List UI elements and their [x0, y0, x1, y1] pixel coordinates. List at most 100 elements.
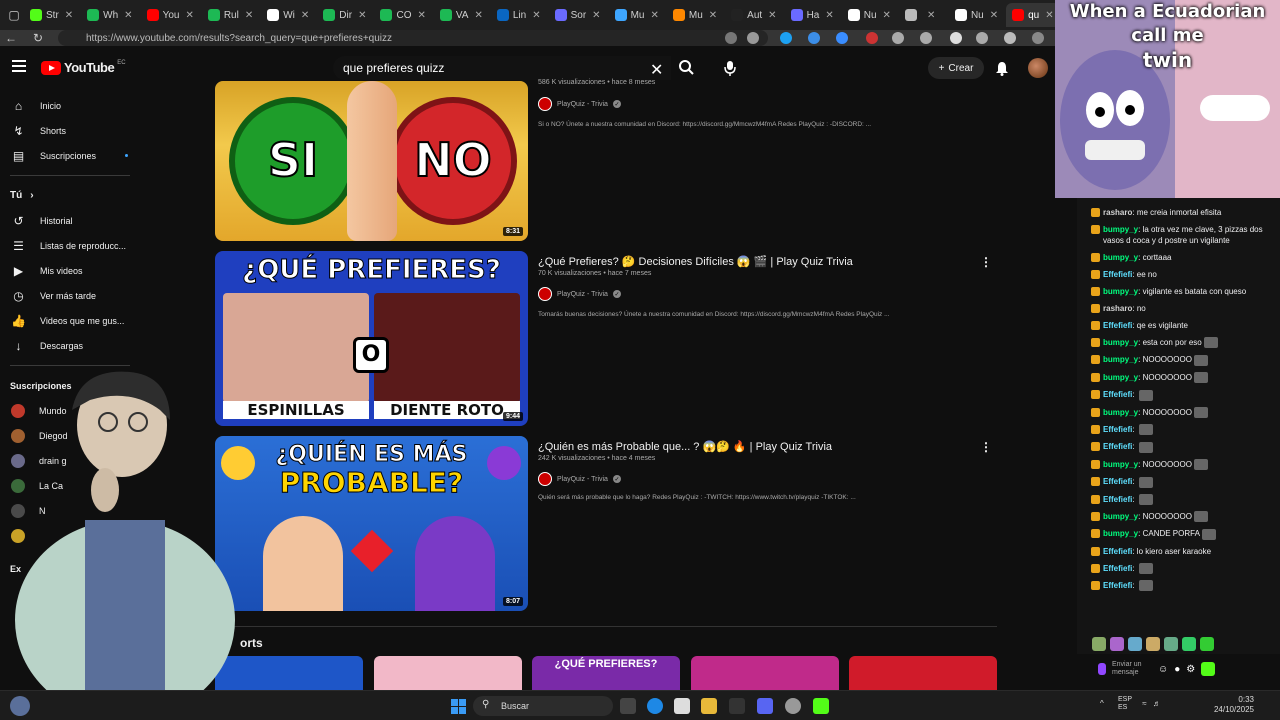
video-channel[interactable]: PlayQuiz - Trivia ✓	[538, 97, 621, 111]
close-tab-icon[interactable]: ✕	[1045, 10, 1053, 21]
chat-username[interactable]: bumpy_y	[1103, 355, 1138, 364]
windows-start-icon[interactable]	[451, 699, 466, 714]
widgets-icon[interactable]	[10, 696, 30, 716]
short-card[interactable]	[691, 656, 839, 690]
short-card[interactable]	[849, 656, 997, 690]
chat-username[interactable]: bumpy_y	[1103, 253, 1138, 262]
sidebar-item[interactable]: ☰ Listas de reproducc...	[0, 233, 140, 258]
browser-tab[interactable]: You ✕	[141, 3, 200, 27]
clear-search-icon[interactable]: ✕	[650, 60, 663, 80]
chat-username[interactable]: bumpy_y	[1103, 225, 1138, 234]
volume-icon[interactable]: ♬	[1153, 699, 1161, 708]
browser-tab[interactable]: Nu ✕	[949, 3, 1004, 27]
sidebar-item[interactable]: 👍 Videos que me gus...	[0, 308, 140, 333]
close-tab-icon[interactable]: ✕	[768, 10, 776, 21]
extension-icon[interactable]	[836, 32, 848, 44]
sidebar-item[interactable]: ◷ Ver más tarde	[0, 283, 140, 308]
browser-tab[interactable]: Str ✕	[24, 3, 79, 27]
close-tab-icon[interactable]: ✕	[883, 10, 891, 21]
task-view-icon[interactable]	[620, 698, 636, 714]
chat-username[interactable]: bumpy_y	[1103, 373, 1138, 382]
browser-tab[interactable]: Aut ✕	[725, 3, 782, 27]
chat-username[interactable]: Effefiefi	[1103, 547, 1132, 556]
video-result[interactable]: SI NO 8:31 586 K visualizaciones • hace …	[215, 79, 1005, 261]
browser-tab[interactable]: Sor ✕	[549, 3, 607, 27]
create-button[interactable]: + Crear	[928, 57, 984, 79]
taskbar-clock[interactable]: 0:33 24/10/2025	[1208, 695, 1254, 715]
browser-tab[interactable]: Mu ✕	[609, 3, 665, 27]
chat-username[interactable]: Effefiefi	[1103, 495, 1132, 504]
close-tab-icon[interactable]: ✕	[65, 10, 73, 21]
close-tab-icon[interactable]: ✕	[532, 10, 540, 21]
short-card[interactable]	[374, 656, 522, 690]
chat-username[interactable]: Effefiefi	[1103, 564, 1132, 573]
close-tab-icon[interactable]: ✕	[927, 10, 935, 21]
reload-icon[interactable]: ↻	[31, 31, 45, 45]
address-bar-input[interactable]: https://www.youtube.com/results?search_q…	[58, 30, 768, 46]
sidebar-section-you[interactable]: Tú ›	[0, 183, 140, 208]
browser-tab[interactable]: CO ✕	[374, 3, 431, 27]
emote-icon[interactable]	[1164, 637, 1178, 651]
close-tab-icon[interactable]: ✕	[650, 10, 658, 21]
chat-username[interactable]: bumpy_y	[1103, 287, 1138, 296]
wifi-icon[interactable]: ≈	[1142, 699, 1146, 708]
chat-username[interactable]: Effefiefi	[1103, 477, 1132, 486]
video-thumbnail[interactable]: ¿QUIÉN ES MÁS PROBABLE? 8:07	[215, 436, 528, 611]
chat-username[interactable]: Effefiefi	[1103, 442, 1132, 451]
close-tab-icon[interactable]: ✕	[301, 10, 309, 21]
browser-tab[interactable]: Wh ✕	[81, 3, 138, 27]
settings-gear-icon[interactable]: ⚙	[1186, 664, 1195, 675]
browser-tab[interactable]: ✕	[899, 3, 947, 27]
kick-icon[interactable]	[813, 698, 829, 714]
extension-icon[interactable]	[976, 32, 988, 44]
sidebar-item[interactable]: ↺ Historial	[0, 208, 140, 233]
emote-icon[interactable]	[1200, 637, 1214, 651]
close-tab-icon[interactable]: ✕	[245, 10, 253, 21]
browser-tab[interactable]: Dir ✕	[317, 3, 372, 27]
edge-browser-icon[interactable]	[647, 698, 663, 714]
video-channel[interactable]: PlayQuiz - Trivia ✓	[538, 287, 621, 301]
extension-icon[interactable]	[950, 32, 962, 44]
store-icon[interactable]	[674, 698, 690, 714]
taskbar-search[interactable]: ⚲ Buscar	[473, 696, 613, 716]
browser-tab[interactable]: qu ✕	[1006, 3, 1060, 27]
sidebar-item[interactable]: ↯ Shorts	[0, 118, 140, 143]
chat-username[interactable]: Effefiefi	[1103, 321, 1132, 330]
hamburger-menu-icon[interactable]	[12, 60, 26, 74]
browser-tab[interactable]: Wi ✕	[261, 3, 315, 27]
back-icon[interactable]: ←	[4, 31, 18, 45]
chat-username[interactable]: rasharo	[1103, 208, 1132, 217]
app-icon[interactable]	[729, 698, 745, 714]
sidebar-item[interactable]: ▤ Suscripciones	[0, 143, 140, 168]
install-icon[interactable]	[725, 32, 737, 44]
extension-icon[interactable]	[920, 32, 932, 44]
file-explorer-icon[interactable]	[701, 698, 717, 714]
emote-icon[interactable]	[1110, 637, 1124, 651]
chat-username[interactable]: rasharo	[1103, 304, 1132, 313]
video-title[interactable]: ¿Qué Prefieres? 🤔 Decisiones Difíciles 😱…	[538, 255, 853, 268]
browser-tab[interactable]: Lin ✕	[491, 3, 547, 27]
chat-username[interactable]: bumpy_y	[1103, 338, 1138, 347]
channel-points-icon[interactable]: ●	[1174, 664, 1180, 675]
close-tab-icon[interactable]: ✕	[358, 10, 366, 21]
video-thumbnail[interactable]: SI NO 8:31	[215, 81, 528, 241]
emote-icon[interactable]	[1146, 637, 1160, 651]
bits-icon[interactable]	[1098, 663, 1106, 675]
browser-tab[interactable]: Mu ✕	[667, 3, 723, 27]
browser-tab[interactable]: Nu ✕	[842, 3, 897, 27]
chat-username[interactable]: bumpy_y	[1103, 460, 1138, 469]
sidebar-item[interactable]: ↓ Descargas	[0, 333, 140, 358]
microphone-icon[interactable]	[720, 58, 740, 78]
notifications-bell-icon[interactable]	[994, 60, 1010, 76]
browser-tab[interactable]: Ha ✕	[785, 3, 840, 27]
chat-username[interactable]: Effefiefi	[1103, 425, 1132, 434]
close-tab-icon[interactable]: ✕	[474, 10, 482, 21]
close-tab-icon[interactable]: ✕	[592, 10, 600, 21]
language-indicator[interactable]: ESP ES	[1118, 696, 1132, 712]
send-chat-button[interactable]	[1201, 662, 1216, 676]
youtube-logo[interactable]: YouTube EC	[41, 60, 126, 75]
chat-username[interactable]: bumpy_y	[1103, 512, 1138, 521]
search-input[interactable]: que prefieres quizz	[333, 56, 671, 80]
more-options-icon[interactable]: ⋮	[980, 440, 992, 454]
chevron-up-icon[interactable]: ^	[1100, 699, 1104, 708]
